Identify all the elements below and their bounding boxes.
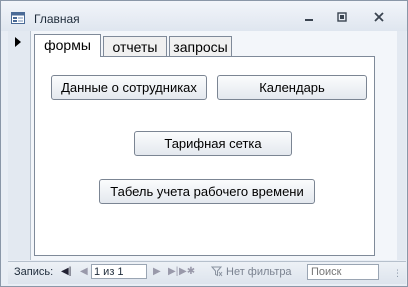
next-record-icon[interactable]: ▶ (153, 266, 161, 277)
last-record-icon[interactable]: ▶| (168, 266, 178, 277)
restore-icon[interactable] (330, 9, 354, 25)
tab-forms[interactable]: формы (34, 34, 101, 57)
tab-panel-forms: Данные о сотрудниках Календарь Тарифная … (34, 56, 375, 256)
tab-reports[interactable]: отчеты (103, 36, 167, 56)
previous-record-icon[interactable]: ◀ (80, 266, 88, 277)
vertical-scrollbar[interactable] (397, 31, 406, 260)
current-record-arrow-icon (15, 37, 21, 47)
tariff-grid-button[interactable]: Тарифная сетка (134, 131, 292, 156)
new-record-icon[interactable]: ▶✱ (179, 266, 195, 277)
filter-icon[interactable] (210, 266, 223, 280)
search-input[interactable] (307, 264, 379, 280)
form-body: формы отчеты запросы Данные о сотрудника… (31, 31, 397, 260)
employees-button[interactable]: Данные о сотрудниках (51, 75, 207, 100)
timesheet-button[interactable]: Табель учета рабочего времени (99, 179, 315, 204)
record-navigation-bar: Запись: ◀​| ◀ 1 из 1 ▶ ▶| ▶✱ Нет фильтра… (8, 261, 406, 284)
first-record-icon[interactable]: ◀​| (61, 266, 71, 277)
form-icon (11, 11, 25, 24)
record-selector[interactable] (8, 31, 31, 260)
current-record-field[interactable]: 1 из 1 (91, 264, 147, 279)
title-bar[interactable]: Главная (1, 1, 407, 31)
calendar-button[interactable]: Календарь (217, 75, 367, 100)
tab-queries[interactable]: запросы (169, 36, 232, 56)
form-window: Главная формы отчеты запросы Данные о со… (0, 0, 408, 287)
window-title: Главная (34, 12, 80, 26)
filter-status[interactable]: Нет фильтра (226, 266, 292, 278)
record-label: Запись: (14, 266, 54, 278)
resize-grip-icon[interactable]: ⋮ (393, 268, 402, 279)
minimize-icon[interactable] (297, 9, 321, 25)
close-icon[interactable] (367, 9, 391, 25)
